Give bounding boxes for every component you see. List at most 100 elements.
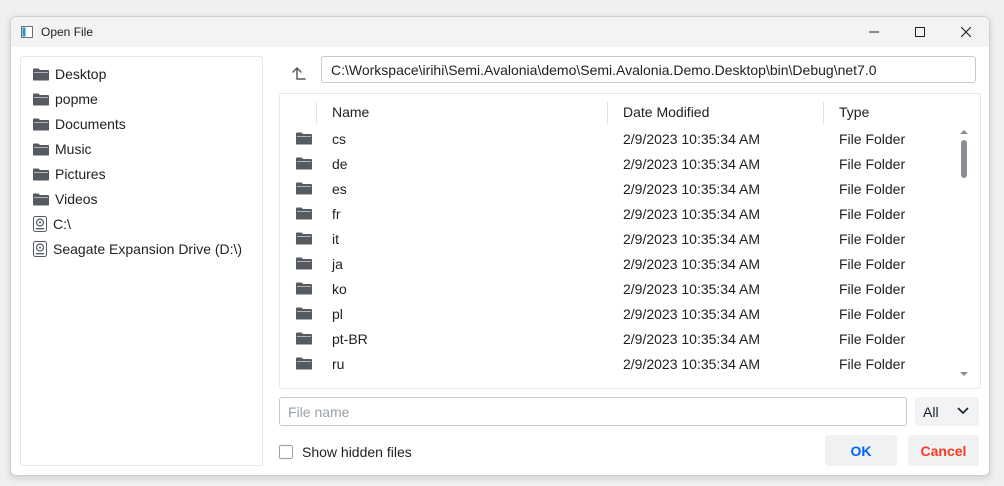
row-name: pt-BR (332, 331, 368, 347)
sidebar-item-label: Music (55, 141, 92, 157)
up-folder-button[interactable] (287, 61, 311, 85)
table-row[interactable]: ja 2/9/2023 10:35:34 AM File Folder (280, 251, 960, 276)
row-icon (296, 132, 312, 148)
folder-icon (296, 207, 312, 220)
ok-button[interactable]: OK (825, 435, 897, 466)
sidebar-item-label: Seagate Expansion Drive (D:\) (53, 241, 243, 257)
app-icon (21, 26, 33, 38)
row-date-modified: 2/9/2023 10:35:34 AM (623, 231, 760, 247)
sidebar-item-label: C:\ (53, 216, 71, 232)
row-name: de (332, 156, 348, 172)
chevron-down-icon (957, 407, 969, 415)
row-icon (296, 182, 312, 198)
column-separator[interactable] (607, 102, 608, 124)
minimize-icon (869, 31, 879, 33)
file-type-filter-select[interactable]: All (915, 397, 979, 426)
folder-icon (296, 282, 312, 295)
maximize-icon (915, 27, 925, 37)
sidebar-item[interactable]: Videos (33, 188, 258, 210)
folder-icon (296, 357, 312, 370)
path-input[interactable] (321, 56, 976, 83)
column-header-type[interactable]: Type (839, 104, 869, 120)
folder-icon (33, 168, 49, 180)
sidebar-item[interactable]: Desktop (33, 63, 258, 85)
sidebar-item[interactable]: popme (33, 88, 258, 110)
table-row[interactable]: pt-BR 2/9/2023 10:35:34 AM File Folder (280, 326, 960, 351)
row-type: File Folder (839, 356, 906, 372)
folder-icon (296, 132, 312, 145)
scroll-down-arrow-icon[interactable] (960, 370, 968, 378)
row-date-modified: 2/9/2023 10:35:34 AM (623, 331, 760, 347)
show-hidden-files-checkbox[interactable] (279, 445, 293, 459)
file-name-input[interactable] (279, 397, 907, 426)
row-date-modified: 2/9/2023 10:35:34 AM (623, 156, 760, 172)
row-icon (296, 282, 312, 298)
row-icon (296, 332, 312, 348)
folder-icon (33, 93, 49, 105)
vertical-scrollbar[interactable] (957, 126, 971, 382)
open-file-dialog: Open File Desktop popme Documents Music Pict… (10, 16, 990, 476)
table-row[interactable]: it 2/9/2023 10:35:34 AM File Folder (280, 226, 960, 251)
row-type: File Folder (839, 206, 906, 222)
row-date-modified: 2/9/2023 10:35:34 AM (623, 206, 760, 222)
row-name: ru (332, 356, 345, 372)
minimize-button[interactable] (851, 17, 897, 47)
filter-selected-value: All (923, 403, 939, 420)
row-icon (296, 207, 312, 223)
folder-icon (296, 157, 312, 170)
table-row[interactable]: de 2/9/2023 10:35:34 AM File Folder (280, 151, 960, 176)
close-icon (961, 27, 971, 37)
row-name: cs (332, 131, 346, 147)
folder-icon (296, 307, 312, 320)
row-icon (296, 307, 312, 323)
table-row[interactable]: es 2/9/2023 10:35:34 AM File Folder (280, 176, 960, 201)
row-date-modified: 2/9/2023 10:35:34 AM (623, 181, 760, 197)
folder-icon (296, 332, 312, 345)
table-row[interactable]: ru 2/9/2023 10:35:34 AM File Folder (280, 351, 960, 376)
row-type: File Folder (839, 231, 906, 247)
row-icon (296, 257, 312, 273)
row-name: pl (332, 306, 343, 322)
sidebar-item[interactable]: Documents (33, 113, 258, 135)
row-type: File Folder (839, 331, 906, 347)
table-row[interactable]: pl 2/9/2023 10:35:34 AM File Folder (280, 301, 960, 326)
sidebar-item[interactable]: Seagate Expansion Drive (D:\) (33, 238, 258, 260)
row-date-modified: 2/9/2023 10:35:34 AM (623, 306, 760, 322)
row-type: File Folder (839, 181, 906, 197)
maximize-button[interactable] (897, 17, 943, 47)
close-button[interactable] (943, 17, 989, 47)
table-row[interactable]: cs 2/9/2023 10:35:34 AM File Folder (280, 126, 960, 151)
sidebar-item-label: Videos (55, 191, 98, 207)
column-separator[interactable] (316, 102, 317, 124)
row-name: ko (332, 281, 347, 297)
row-name: fr (332, 206, 341, 222)
sidebar-item[interactable]: Pictures (33, 163, 258, 185)
sidebar-item[interactable]: C:\ (33, 213, 258, 235)
folder-icon (33, 193, 49, 205)
arrow-up-icon (292, 67, 306, 80)
scroll-up-arrow-icon[interactable] (960, 128, 968, 136)
row-icon (296, 357, 312, 373)
title-bar[interactable]: Open File (11, 17, 989, 47)
show-hidden-files-option[interactable]: Show hidden files (279, 443, 412, 461)
sidebar-item[interactable]: Music (33, 138, 258, 160)
column-header-date-modified[interactable]: Date Modified (623, 104, 709, 120)
sidebar-item-label: Documents (55, 116, 126, 132)
row-type: File Folder (839, 281, 906, 297)
scroll-thumb[interactable] (961, 140, 967, 178)
row-name: es (332, 181, 347, 197)
folder-icon (296, 182, 312, 195)
cancel-button[interactable]: Cancel (908, 435, 979, 466)
column-separator[interactable] (823, 102, 824, 124)
folder-icon (33, 68, 49, 80)
column-header-name[interactable]: Name (332, 104, 369, 120)
table-row[interactable]: ko 2/9/2023 10:35:34 AM File Folder (280, 276, 960, 301)
folder-icon (33, 118, 49, 130)
row-name: ja (332, 256, 343, 272)
row-date-modified: 2/9/2023 10:35:34 AM (623, 131, 760, 147)
sidebar-item-label: Pictures (55, 166, 106, 182)
file-list[interactable]: Name Date Modified Type cs 2/9/2023 10:35… (279, 93, 981, 389)
drive-icon (33, 241, 47, 257)
sidebar-item-label: popme (55, 91, 98, 107)
table-row[interactable]: fr 2/9/2023 10:35:34 AM File Folder (280, 201, 960, 226)
